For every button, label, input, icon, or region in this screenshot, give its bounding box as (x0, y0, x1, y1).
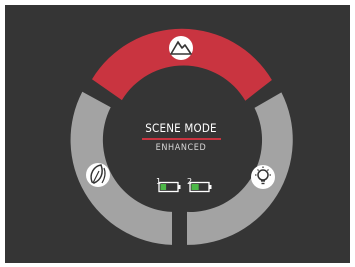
scene-mode-dial (70, 28, 293, 245)
leaf-icon (86, 163, 110, 187)
segment-left[interactable] (70, 91, 172, 245)
light-bulb-icon (251, 165, 275, 189)
segment-right[interactable] (187, 92, 293, 245)
mountain-icon (169, 36, 193, 60)
